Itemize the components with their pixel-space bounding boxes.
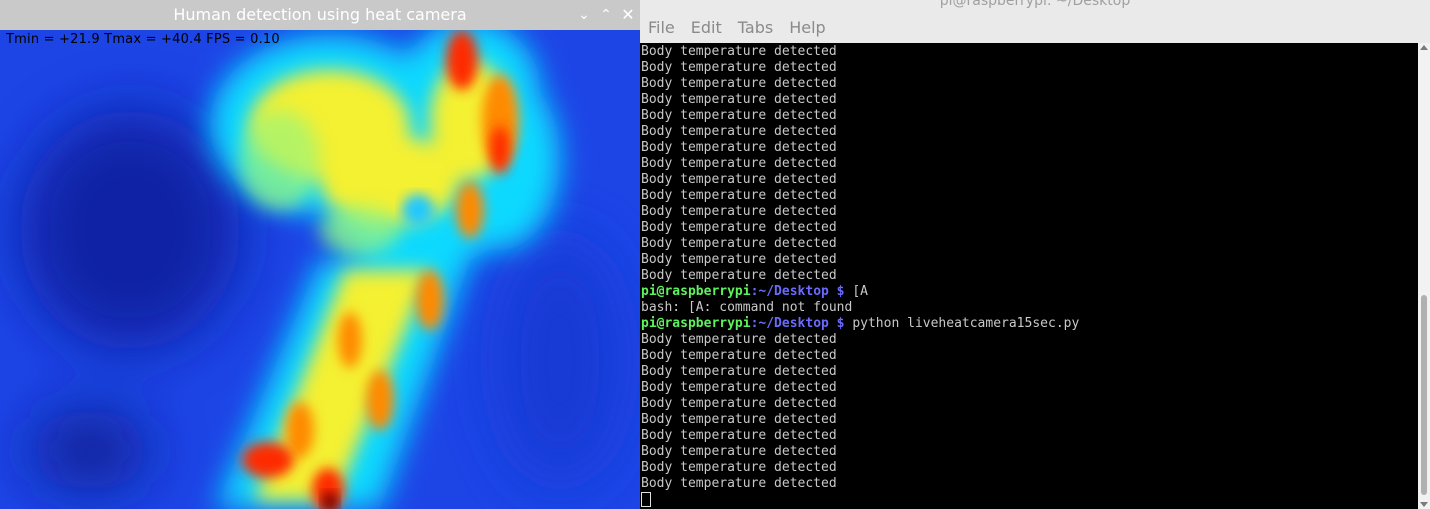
terminal-output-line: Body temperature detected (641, 428, 837, 443)
menu-help[interactable]: Help (781, 14, 833, 42)
temperature-readout: Tmin = +21.9 Tmax = +40.4 FPS = 0.10 (6, 32, 280, 47)
minimize-button[interactable]: ⌄ (574, 4, 594, 26)
terminal-window: pi@raspberrypi: ~/Desktop File Edit Tabs He… (640, 0, 1430, 509)
terminal-title: pi@raspberrypi: ~/Desktop (939, 0, 1131, 8)
terminal-output-line: Body temperature detected (641, 44, 837, 59)
terminal-output-line: Body temperature detected (641, 348, 837, 363)
close-button[interactable]: ✕ (618, 4, 638, 26)
terminal-output-line: Body temperature detected (641, 460, 837, 475)
terminal-output-line: Body temperature detected (641, 396, 837, 411)
terminal-cursor (641, 492, 651, 507)
terminal-output-line: bash: [A: command not found (641, 300, 853, 315)
terminal-scrollbar[interactable] (1418, 43, 1430, 509)
terminal-output-line: Body temperature detected (641, 268, 837, 283)
terminal-output-line: Body temperature detected (641, 140, 837, 155)
menu-file[interactable]: File (640, 14, 683, 42)
terminal-output-line: Body temperature detected (641, 60, 837, 75)
prompt-user: pi@raspberrypi (641, 316, 751, 331)
maximize-button[interactable]: ⌃ (596, 4, 616, 26)
menu-edit[interactable]: Edit (683, 14, 730, 42)
terminal-output-line: Body temperature detected (641, 252, 837, 267)
terminal-output-line: Body temperature detected (641, 444, 837, 459)
prompt-command: [A (844, 284, 868, 299)
heat-window-title: Human detection using heat camera (173, 5, 467, 24)
terminal-menubar: File Edit Tabs Help (640, 14, 834, 42)
terminal-prompt-line: pi@raspberrypi:~/Desktop $ python livehe… (641, 316, 1416, 332)
prompt-path: :~/Desktop $ (750, 284, 845, 299)
terminal-output-line: Body temperature detected (641, 236, 837, 251)
terminal-output-line: Body temperature detected (641, 412, 837, 427)
scroll-down-icon[interactable] (1420, 502, 1428, 507)
terminal-output-line: Body temperature detected (641, 172, 837, 187)
thermal-image (0, 30, 640, 509)
terminal-output-line: Body temperature detected (641, 92, 837, 107)
terminal-output-line: Body temperature detected (641, 156, 837, 171)
terminal-output-line: Body temperature detected (641, 380, 837, 395)
terminal-output-line: Body temperature detected (641, 124, 837, 139)
scrollbar-thumb[interactable] (1421, 295, 1427, 495)
menu-tabs[interactable]: Tabs (730, 14, 781, 42)
terminal-cursor-line (641, 492, 1416, 508)
terminal-output-line: Body temperature detected (641, 204, 837, 219)
prompt-command: python liveheatcamera15sec.py (844, 316, 1080, 331)
terminal-lines: Body temperature detected Body temperatur… (641, 44, 1416, 508)
terminal-output-line: Body temperature detected (641, 332, 837, 347)
terminal-output-line: Body temperature detected (641, 76, 837, 91)
terminal-output-line: Body temperature detected (641, 476, 837, 491)
terminal-prompt-line: pi@raspberrypi:~/Desktop $ [A (641, 284, 1416, 300)
scroll-up-icon[interactable] (1420, 45, 1428, 50)
prompt-path: :~/Desktop $ (750, 316, 845, 331)
heat-window-titlebar[interactable]: Human detection using heat camera ⌄ ⌃ ✕ (0, 0, 640, 30)
prompt-user: pi@raspberrypi (641, 284, 751, 299)
terminal-output-line: Body temperature detected (641, 188, 837, 203)
terminal-output-line: Body temperature detected (641, 108, 837, 123)
heat-camera-window: Human detection using heat camera ⌄ ⌃ ✕ (0, 0, 640, 509)
terminal-output-line: Body temperature detected (641, 364, 837, 379)
terminal-output[interactable]: Body temperature detected Body temperatur… (640, 43, 1418, 509)
terminal-output-line: Body temperature detected (641, 220, 837, 235)
